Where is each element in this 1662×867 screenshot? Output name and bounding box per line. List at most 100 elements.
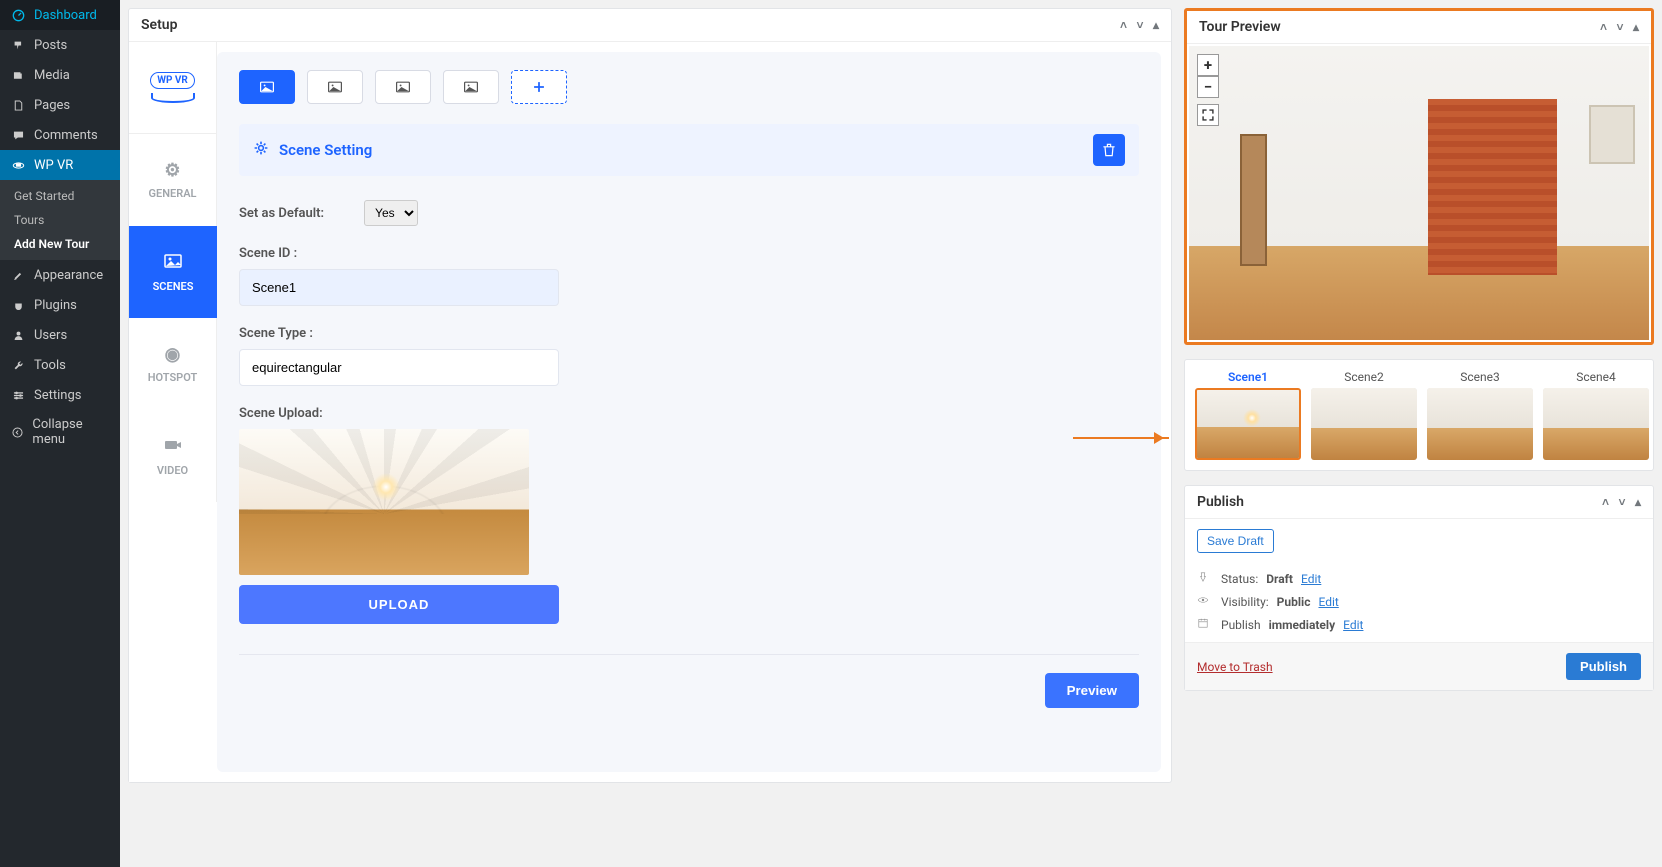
- submenu-get-started[interactable]: Get Started: [0, 184, 120, 208]
- vr-icon: [10, 157, 26, 173]
- panel-down-icon[interactable]: ˅: [1618, 495, 1625, 509]
- thumb-scene-3[interactable]: [1427, 388, 1533, 460]
- panel-down-icon[interactable]: ˅: [1136, 18, 1143, 32]
- media-icon: [10, 67, 26, 83]
- tab-label: HOTSPOT: [148, 371, 198, 384]
- tab-label: VIDEO: [157, 464, 188, 477]
- status-label: Status:: [1221, 572, 1258, 586]
- sidebar-label: Media: [34, 68, 70, 83]
- user-icon: [10, 327, 26, 343]
- scene-tab-2[interactable]: [307, 70, 363, 104]
- scene-upload-label: Scene Upload:: [239, 406, 1139, 421]
- panel-down-icon[interactable]: ˅: [1616, 20, 1623, 34]
- sidebar-item-collapse[interactable]: Collapse menu: [0, 410, 120, 454]
- default-select[interactable]: Yes: [364, 200, 418, 226]
- panel-toggle-icon[interactable]: ▴: [1153, 18, 1159, 32]
- publish-button[interactable]: Publish: [1566, 653, 1641, 680]
- tab-scenes[interactable]: SCENES: [129, 226, 217, 318]
- scene-type-label: Scene Type :: [239, 326, 1139, 341]
- wpvr-submenu: Get Started Tours Add New Tour: [0, 180, 120, 260]
- publish-title: Publish: [1197, 494, 1244, 510]
- scene-tab-3[interactable]: [375, 70, 431, 104]
- tab-hotspot[interactable]: ◉ HOTSPOT: [129, 318, 217, 410]
- tab-label: SCENES: [153, 280, 194, 293]
- scene-tab-1[interactable]: [239, 70, 295, 104]
- scene-tabs: [239, 70, 1139, 104]
- scene-type-input[interactable]: [239, 349, 559, 386]
- scene-tab-4[interactable]: [443, 70, 499, 104]
- sidebar-item-settings[interactable]: Settings: [0, 380, 120, 410]
- sidebar-item-comments[interactable]: Comments: [0, 120, 120, 150]
- sidebar-item-tools[interactable]: Tools: [0, 350, 120, 380]
- sidebar-item-appearance[interactable]: Appearance: [0, 260, 120, 290]
- sidebar-item-pages[interactable]: Pages: [0, 90, 120, 120]
- panel-up-icon[interactable]: ˄: [1602, 495, 1609, 509]
- wp-admin-sidebar: Dashboard Posts Media Pages Comments WP …: [0, 0, 120, 867]
- settings-icon: [10, 387, 26, 403]
- thumb-scene-2[interactable]: [1311, 388, 1417, 460]
- sidebar-item-media[interactable]: Media: [0, 60, 120, 90]
- annotation-arrow: [1073, 437, 1169, 439]
- sidebar-item-dashboard[interactable]: Dashboard: [0, 0, 120, 30]
- sidebar-item-plugins[interactable]: Plugins: [0, 290, 120, 320]
- fullscreen-icon: [1201, 108, 1215, 122]
- submenu-add-new-tour[interactable]: Add New Tour: [0, 232, 120, 256]
- tab-general[interactable]: ⚙ GENERAL: [129, 134, 217, 226]
- panel-up-icon[interactable]: ˄: [1120, 18, 1127, 32]
- brush-icon: [10, 267, 26, 283]
- setup-panel: Setup ˄ ˅ ▴ WP VR ⚙ GENERAL: [128, 8, 1172, 783]
- zoom-out-button[interactable]: −: [1197, 76, 1219, 98]
- upload-button[interactable]: UPLOAD: [239, 585, 559, 624]
- edit-status-link[interactable]: Edit: [1301, 572, 1321, 586]
- scene-id-input[interactable]: [239, 269, 559, 306]
- sidebar-label: Users: [34, 328, 67, 343]
- collapse-icon: [10, 424, 24, 440]
- eye-icon: [1197, 594, 1213, 609]
- sidebar-item-posts[interactable]: Posts: [0, 30, 120, 60]
- sidebar-item-users[interactable]: Users: [0, 320, 120, 350]
- zoom-in-button[interactable]: +: [1197, 54, 1219, 76]
- setup-side-tabs: WP VR ⚙ GENERAL SCENES ◉ HOTSPOT: [129, 42, 217, 782]
- tab-video[interactable]: VIDEO: [129, 410, 217, 502]
- calendar-icon: [1197, 617, 1213, 632]
- scene-id-label: Scene ID :: [239, 246, 1139, 261]
- scene-upload-preview[interactable]: [239, 429, 529, 575]
- pin-icon: [10, 37, 26, 53]
- preview-button[interactable]: Preview: [1045, 673, 1139, 708]
- visibility-label: Visibility:: [1221, 595, 1269, 609]
- thumb-scene-1[interactable]: [1195, 388, 1301, 460]
- gear-icon: ⚙: [164, 160, 180, 181]
- tour-preview-viewport[interactable]: + −: [1189, 46, 1649, 340]
- submenu-tours[interactable]: Tours: [0, 208, 120, 232]
- logo-text: WP VR: [150, 72, 195, 89]
- sidebar-label: WP VR: [34, 158, 73, 173]
- sidebar-label: Comments: [34, 128, 98, 143]
- sidebar-label: Appearance: [34, 268, 103, 283]
- delete-scene-button[interactable]: [1093, 134, 1125, 166]
- thumb-label-4: Scene4: [1576, 370, 1616, 384]
- sidebar-label: Tools: [34, 358, 66, 373]
- status-value: Draft: [1266, 572, 1293, 586]
- edit-visibility-link[interactable]: Edit: [1318, 595, 1338, 609]
- scene-thumbnails-panel: Scene1 Scene2 Scene3 Scene4: [1184, 359, 1654, 471]
- sidebar-label: Settings: [34, 388, 81, 403]
- panel-toggle-icon[interactable]: ▴: [1635, 495, 1641, 509]
- image-icon: [163, 251, 183, 274]
- scene-tab-add[interactable]: [511, 70, 567, 104]
- save-draft-button[interactable]: Save Draft: [1197, 529, 1274, 553]
- sidebar-label: Plugins: [34, 298, 77, 313]
- page-icon: [10, 97, 26, 113]
- panel-up-icon[interactable]: ˄: [1600, 20, 1607, 34]
- wpvr-logo: WP VR: [129, 42, 217, 134]
- move-to-trash-link[interactable]: Move to Trash: [1197, 660, 1273, 674]
- panel-toggle-icon[interactable]: ▴: [1633, 20, 1639, 34]
- sidebar-item-wpvr[interactable]: WP VR: [0, 150, 120, 180]
- schedule-value: immediately: [1269, 618, 1336, 632]
- comment-icon: [10, 127, 26, 143]
- schedule-label: Publish: [1221, 618, 1261, 632]
- sidebar-label: Dashboard: [34, 8, 97, 23]
- sidebar-label: Collapse menu: [32, 417, 110, 447]
- thumb-scene-4[interactable]: [1543, 388, 1649, 460]
- edit-schedule-link[interactable]: Edit: [1343, 618, 1363, 632]
- fullscreen-button[interactable]: [1197, 104, 1219, 126]
